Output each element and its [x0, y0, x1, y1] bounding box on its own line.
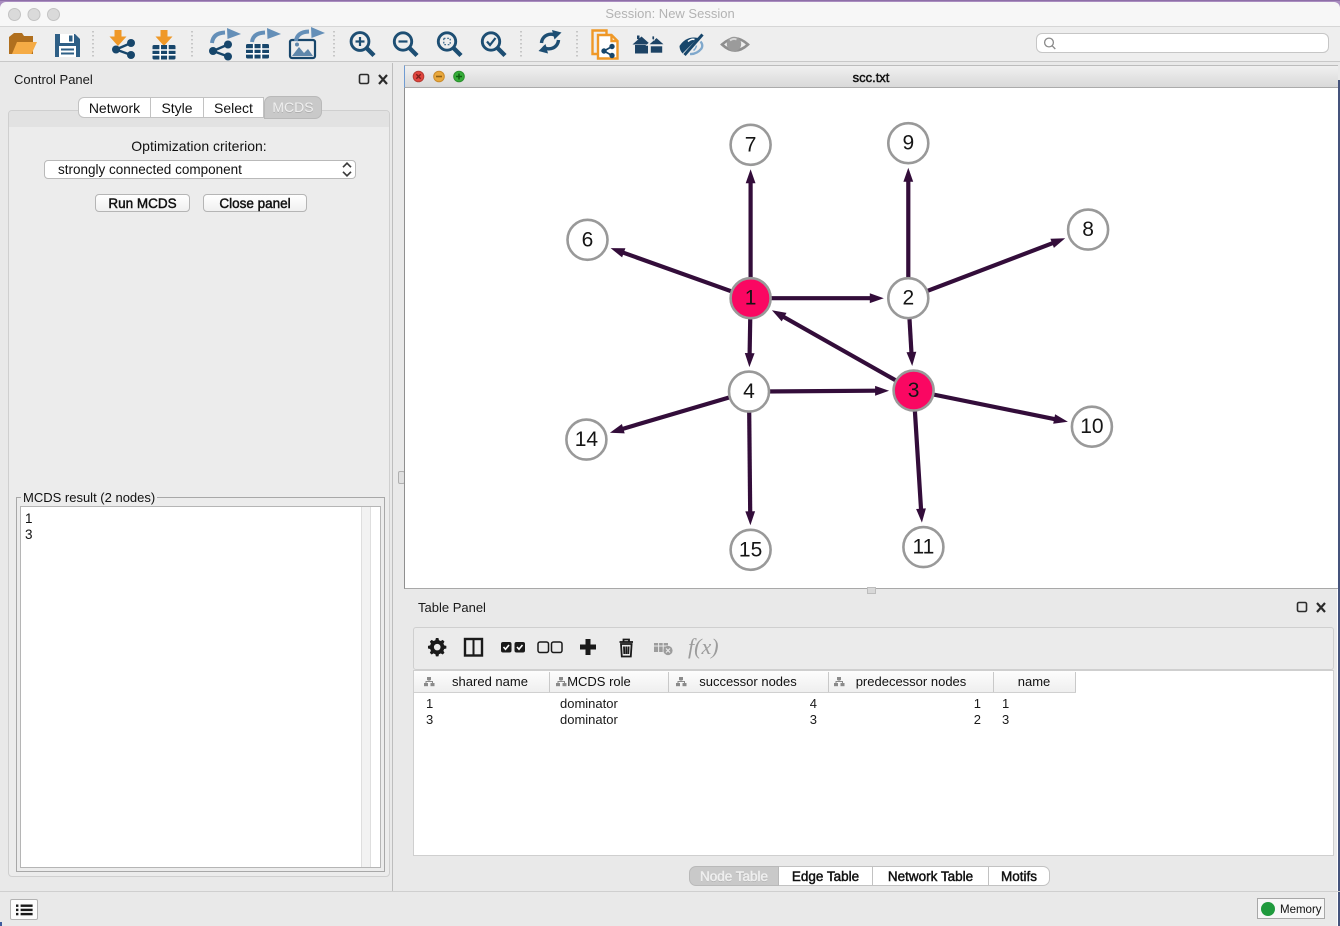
svg-text:11: 11 — [912, 536, 934, 559]
svg-text:f(x): f(x) — [688, 634, 719, 659]
svg-text:8: 8 — [1082, 218, 1094, 241]
svg-text:15: 15 — [739, 538, 762, 561]
svg-text:4: 4 — [743, 380, 755, 403]
svg-text:MCDS role: MCDS role — [567, 674, 631, 689]
svg-text:2: 2 — [902, 287, 914, 310]
svg-text:shared name: shared name — [452, 674, 528, 689]
svg-text:successor nodes: successor nodes — [699, 674, 797, 689]
svg-text:1: 1 — [745, 287, 757, 310]
svg-text:7: 7 — [745, 133, 757, 156]
svg-text:9: 9 — [902, 132, 914, 155]
svg-text:name: name — [1018, 674, 1051, 689]
svg-text:6: 6 — [582, 228, 594, 251]
svg-text:3: 3 — [908, 379, 920, 402]
svg-text:14: 14 — [575, 428, 599, 451]
svg-text:predecessor nodes: predecessor nodes — [856, 674, 967, 689]
svg-text:10: 10 — [1080, 415, 1103, 438]
